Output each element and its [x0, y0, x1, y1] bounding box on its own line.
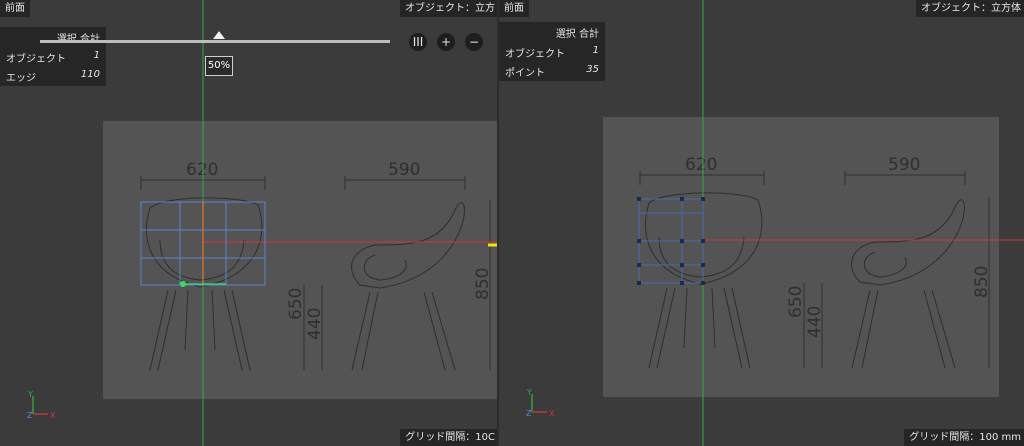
opacity-slider-value: 50%: [205, 56, 233, 76]
selected-point[interactable]: [180, 281, 186, 287]
dim-height-seat: 650: [286, 288, 306, 320]
right-viewport[interactable]: 620 590 650 440 850 Y X Z 前面 オブジェクト：立方体: [497, 0, 1024, 446]
stats-header: 選択 合計: [555, 29, 599, 40]
gizmo-x-label: X: [50, 411, 56, 420]
gizmo-z-label: Z: [27, 411, 33, 420]
stats-value: 35: [586, 64, 599, 75]
zoom-in-button[interactable]: +: [437, 33, 455, 51]
gizmo-z-label: Z: [526, 409, 532, 418]
grid-toggle-button[interactable]: III: [409, 33, 427, 51]
stats-label: オブジェクト: [505, 49, 565, 60]
dim-width-right: 590: [888, 155, 920, 175]
dim-width-left: 620: [186, 160, 218, 180]
opacity-slider-track[interactable]: [40, 40, 390, 43]
stats-value: 1: [592, 45, 599, 56]
stats-value: 110: [80, 69, 100, 80]
stats-row: ポイント 35: [499, 62, 605, 81]
stats-label: エッジ: [6, 73, 36, 84]
axis-gizmo: Y X Z: [526, 388, 555, 418]
dim-width-right: 590: [388, 160, 420, 180]
dim-height-seat: 650: [786, 286, 806, 318]
dim-height-inner: 440: [305, 308, 325, 340]
dim-width-left: 620: [685, 155, 717, 175]
gizmo-y-label: Y: [27, 390, 33, 399]
dim-height-inner: 440: [805, 306, 825, 338]
object-label: オブジェクト：立方体: [916, 0, 1024, 17]
stats-row: オブジェクト 1: [0, 48, 106, 67]
stats-label: オブジェクト: [6, 54, 66, 65]
opacity-slider-thumb[interactable]: [213, 31, 225, 39]
axis-gizmo: Y X Z: [27, 390, 56, 420]
left-viewport[interactable]: 620 590 650 440 850 Y X Z 前面 オブジェクト：立方 選…: [0, 0, 500, 446]
stats-row: エッジ 110: [0, 67, 106, 86]
selection-stats-panel: 選択 合計 オブジェクト 1 ポイント 35: [499, 22, 605, 81]
stats-value: 1: [93, 50, 100, 61]
view-title[interactable]: 前面: [0, 0, 30, 17]
zoom-out-button[interactable]: −: [465, 33, 483, 51]
stats-row: オブジェクト 1: [499, 43, 605, 62]
dim-height-total: 850: [473, 268, 493, 300]
stats-header: 選択 合計: [0, 27, 106, 48]
object-label: オブジェクト：立方: [400, 0, 500, 17]
reference-image: [103, 121, 497, 399]
gizmo-y-label: Y: [526, 388, 532, 397]
view-title[interactable]: 前面: [499, 0, 529, 17]
grid-spacing-label: グリッド間隔：100 mm: [904, 429, 1024, 446]
stats-label: ポイント: [505, 68, 545, 79]
gizmo-x-label: X: [549, 409, 555, 418]
selection-stats-panel: 選択 合計 オブジェクト 1 エッジ 110: [0, 27, 106, 86]
dim-height-total: 850: [972, 266, 992, 298]
grid-spacing-label: グリッド間隔：10C: [400, 429, 500, 446]
